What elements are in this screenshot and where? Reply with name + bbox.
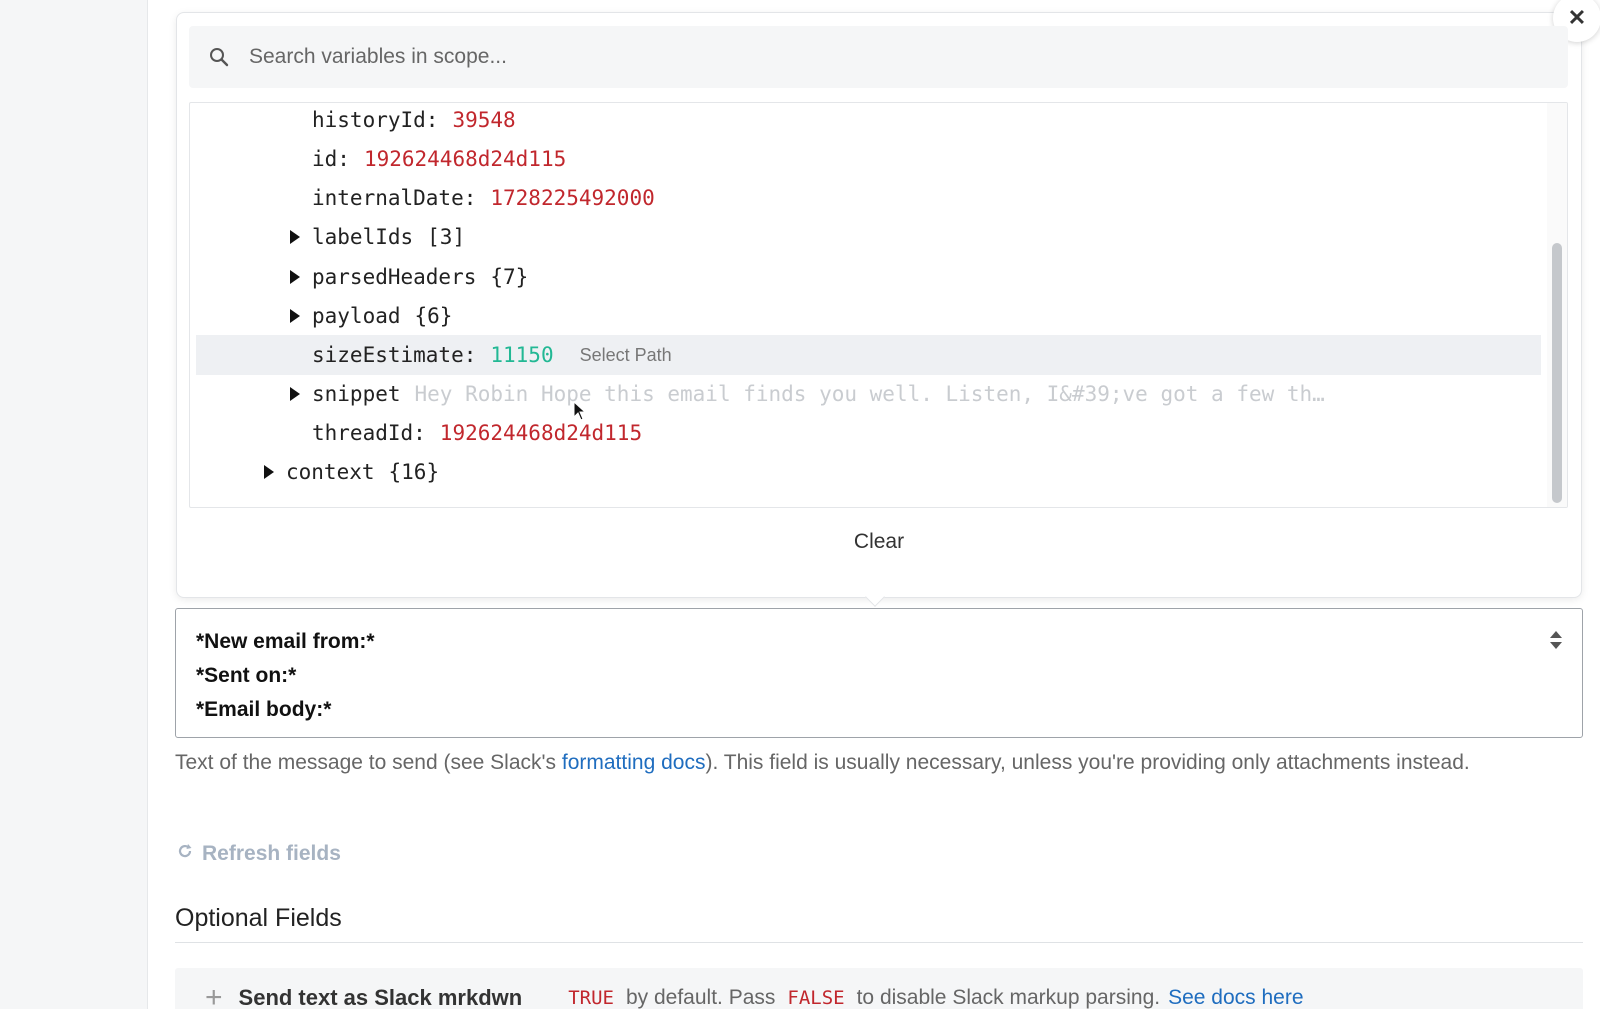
formatting-docs-link[interactable]: formatting docs xyxy=(562,751,706,774)
tree-key: sizeEstimate: xyxy=(312,343,477,367)
expand-caret-icon[interactable] xyxy=(290,270,300,284)
tree-key: internalDate: xyxy=(312,186,477,210)
tree-row-sizeestimate[interactable]: sizeEstimate: 11150 Select Path xyxy=(196,335,1541,375)
tree-key: historyId: xyxy=(312,108,439,132)
select-path-button[interactable]: Select Path xyxy=(580,345,672,366)
see-docs-link[interactable]: See docs here xyxy=(1168,986,1303,1009)
tree-count: {16} xyxy=(388,460,440,484)
tree-key: snippet xyxy=(312,382,401,406)
message-line: *New email from:* xyxy=(196,630,375,653)
tree-row-context[interactable]: context {16} xyxy=(196,452,1541,492)
variable-tree: historyId: 39548 id: 192624468d24d115 in… xyxy=(189,102,1568,508)
tree-key: parsedHeaders xyxy=(312,265,477,289)
code-keyword: TRUE xyxy=(568,987,614,1009)
close-icon: ✕ xyxy=(1567,5,1587,30)
clear-button[interactable]: Clear xyxy=(176,530,1582,554)
tree-row-id[interactable]: id: 192624468d24d115 xyxy=(196,139,1541,179)
search-input[interactable] xyxy=(249,45,1449,69)
tree-count: [3] xyxy=(427,225,466,249)
tree-row-threadid[interactable]: threadId: 192624468d24d115 xyxy=(196,413,1541,453)
tree-count: {7} xyxy=(490,265,529,289)
message-line: *Sent on:* xyxy=(196,664,297,687)
message-line: *Email body:* xyxy=(196,698,332,721)
tree-row-historyid[interactable]: historyId: 39548 xyxy=(196,103,1541,140)
tree-row-parsedheaders[interactable]: parsedHeaders {7} xyxy=(196,257,1541,297)
tree-key: labelIds xyxy=(312,225,414,249)
tree-preview: Hey Robin Hope this email finds you well… xyxy=(414,382,1325,406)
search-icon xyxy=(189,46,249,68)
tree-key: context xyxy=(286,460,375,484)
help-text-part: Text of the message to send (see Slack's xyxy=(175,751,562,774)
tree-row-internaldate[interactable]: internalDate: 1728225492000 xyxy=(196,178,1541,218)
divider xyxy=(175,942,1583,943)
optional-field-desc: to disable Slack markup parsing. xyxy=(856,986,1161,1009)
tree-row-payload[interactable]: payload {6} xyxy=(196,296,1541,336)
tree-row-labelids[interactable]: labelIds [3] xyxy=(196,217,1541,257)
expand-caret-icon[interactable] xyxy=(290,230,300,244)
tree-scrollbar-thumb[interactable] xyxy=(1552,243,1562,503)
tree-value: 11150 xyxy=(490,343,554,367)
variable-search-bar xyxy=(189,26,1568,88)
tree-value: 39548 xyxy=(452,108,516,132)
tree-row-snippet[interactable]: snippet Hey Robin Hope this email finds … xyxy=(196,374,1541,414)
expand-caret-icon[interactable] xyxy=(264,465,274,479)
plus-icon[interactable]: + xyxy=(205,983,223,1009)
message-help-text: Text of the message to send (see Slack's… xyxy=(175,746,1585,780)
expand-caret-icon[interactable] xyxy=(290,309,300,323)
resize-updown-icon[interactable] xyxy=(1548,629,1564,656)
optional-field-row[interactable]: + Send text as Slack mrkdwn TRUE by defa… xyxy=(175,968,1583,1009)
tree-value: 1728225492000 xyxy=(490,186,655,210)
optional-field-name: Send text as Slack mrkdwn xyxy=(238,985,523,1009)
tree-scrollbar[interactable] xyxy=(1547,103,1567,507)
refresh-fields-button[interactable]: Refresh fields xyxy=(176,842,341,866)
tree-key: id: xyxy=(312,147,350,171)
tree-value: 192624468d24d115 xyxy=(439,421,643,445)
code-keyword: FALSE xyxy=(787,987,845,1009)
optional-field-desc: by default. Pass xyxy=(625,986,776,1009)
tree-count: {6} xyxy=(414,304,453,328)
tree-value: 192624468d24d115 xyxy=(363,147,567,171)
tree-key: payload xyxy=(312,304,401,328)
mouse-cursor xyxy=(573,400,587,426)
left-gutter xyxy=(0,0,148,1009)
optional-fields-heading: Optional Fields xyxy=(175,904,342,932)
refresh-icon xyxy=(176,842,194,866)
expand-caret-icon[interactable] xyxy=(290,387,300,401)
tree-key: threadId: xyxy=(312,421,426,445)
message-text-field[interactable]: *New email from:* *Sent on:* *Email body… xyxy=(175,608,1583,738)
refresh-fields-label: Refresh fields xyxy=(202,842,341,865)
help-text-part: ). This field is usually necessary, unle… xyxy=(705,751,1470,774)
